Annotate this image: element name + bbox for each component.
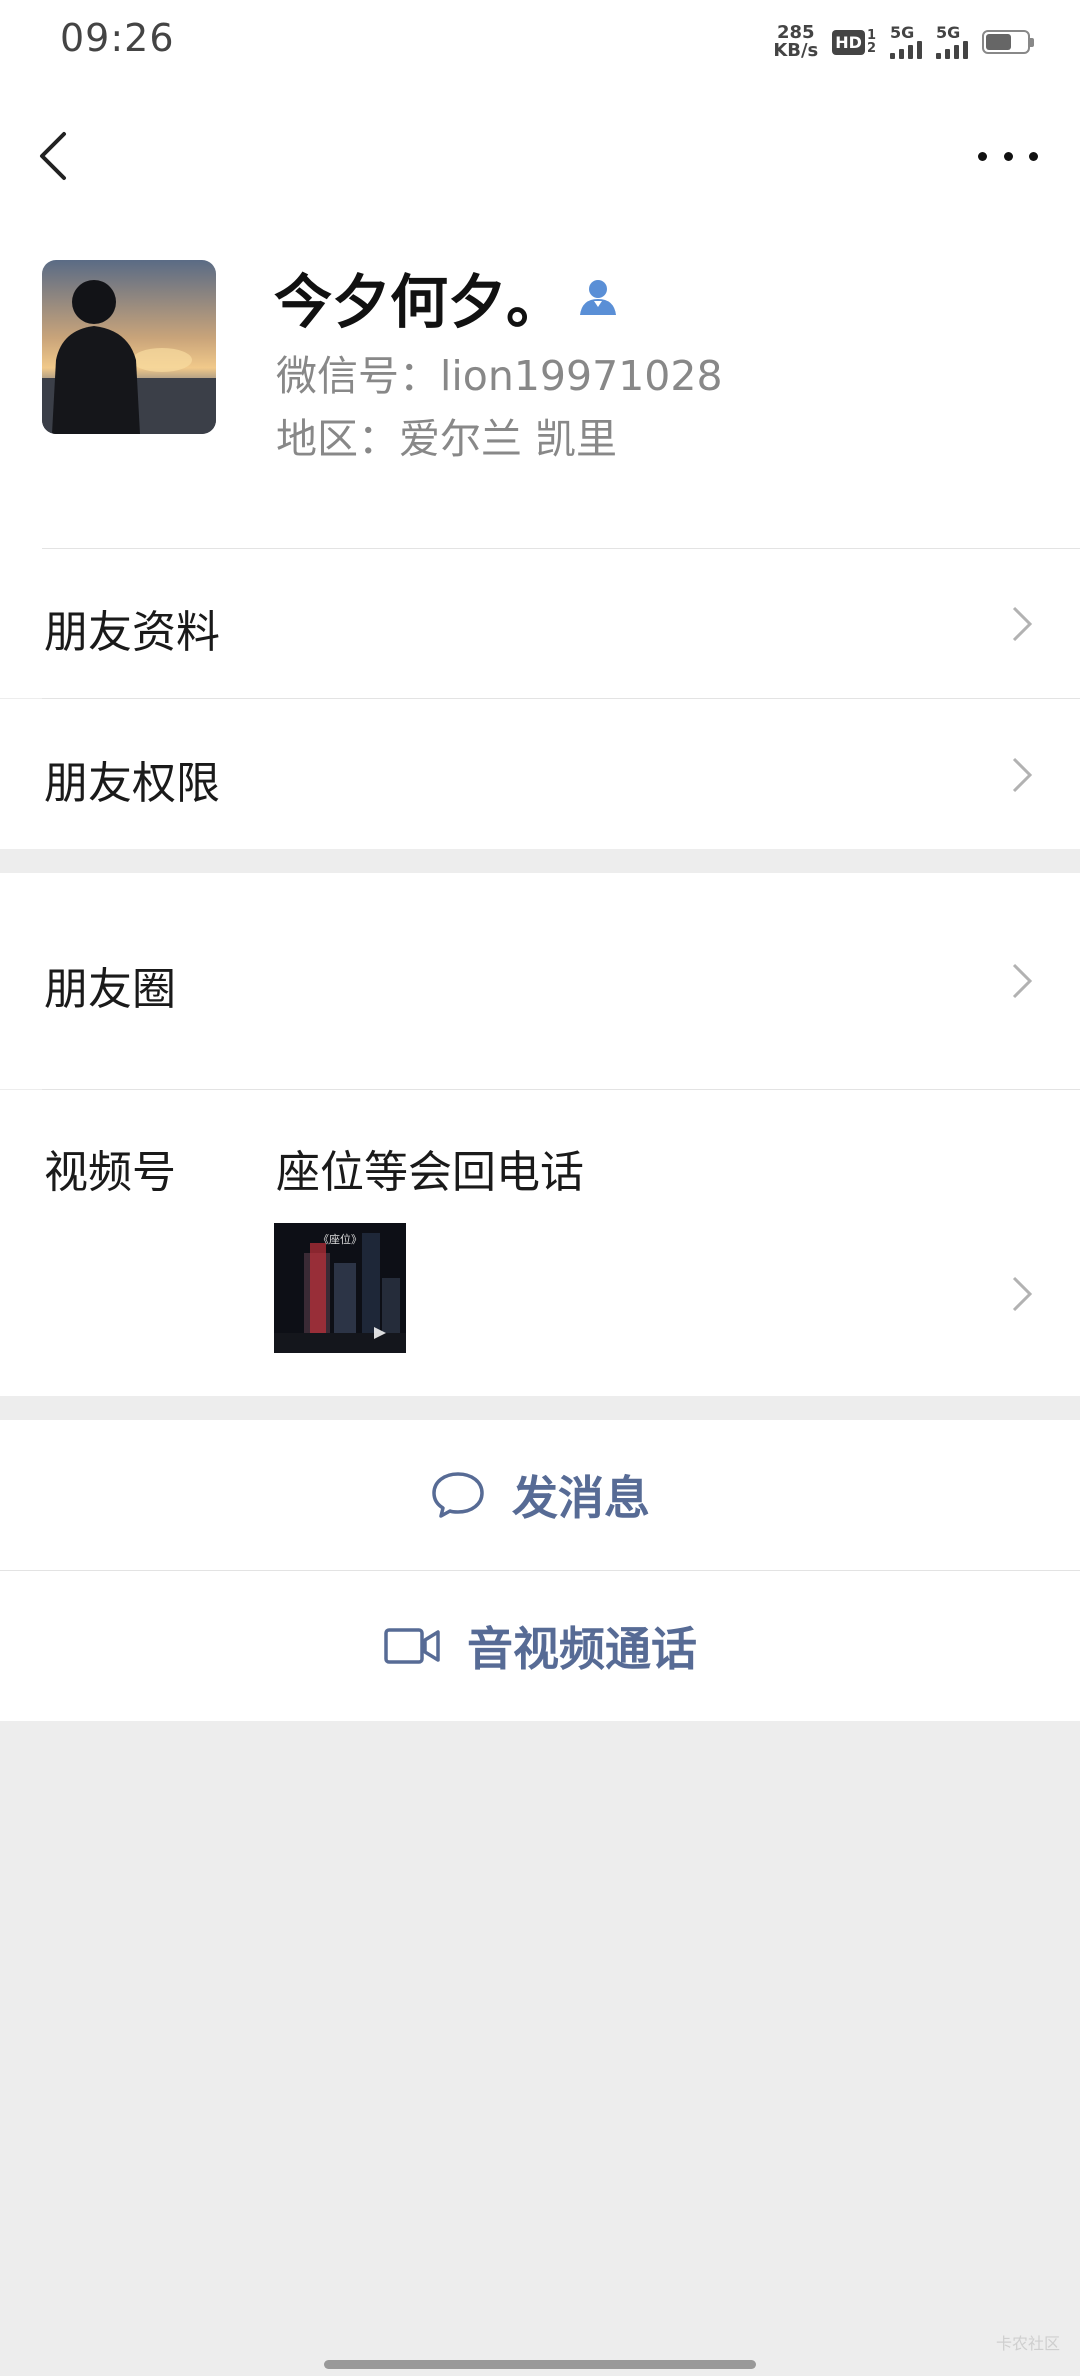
- friend-permissions-row[interactable]: 朋友权限: [0, 699, 1080, 849]
- chevron-left-icon[interactable]: [34, 126, 74, 186]
- chat-bubble-icon: [432, 1472, 484, 1518]
- signal-sim1-icon: 5G: [890, 23, 922, 59]
- chevron-right-icon: [1012, 963, 1033, 999]
- sim2-network-label: 5G: [936, 23, 961, 42]
- more-dots-icon[interactable]: [978, 146, 1038, 166]
- network-speed: 285 KB/s: [773, 24, 818, 60]
- contact-profile-page: 09:26 285 KB/s HD 1 2 5G 5G 今夕何夕。 微信号：li…: [0, 0, 1080, 2376]
- friend-permissions-label: 朋友权限: [44, 758, 220, 809]
- contact-name: 今夕何夕。: [274, 268, 565, 336]
- wechat-id: 微信号：lion19971028: [276, 352, 723, 400]
- status-time: 09:26: [60, 16, 175, 60]
- status-icons: 285 KB/s HD 1 2 5G 5G: [773, 20, 1034, 64]
- video-call-button[interactable]: 音视频通话: [0, 1571, 1080, 1721]
- send-message-button[interactable]: 发消息: [0, 1420, 1080, 1570]
- name-row: 今夕何夕。: [274, 260, 620, 336]
- watermark: 卡农社区: [995, 2334, 1060, 2353]
- avatar[interactable]: [42, 260, 216, 434]
- home-indicator[interactable]: [324, 2360, 756, 2369]
- navigation-bar: [0, 82, 1080, 222]
- channels-label: 视频号: [44, 1147, 176, 1198]
- channels-row[interactable]: 视频号 座位等会回电话 《座位》: [0, 1090, 1080, 1396]
- chevron-right-icon: [1012, 606, 1033, 642]
- status-bar: 09:26 285 KB/s HD 1 2 5G 5G: [0, 0, 1080, 82]
- video-call-label: 音视频通话: [467, 1622, 697, 1676]
- battery-icon: [982, 30, 1034, 54]
- hd-sub-2: 2: [866, 41, 876, 56]
- video-camera-icon: [384, 1628, 440, 1664]
- network-speed-unit: KB/s: [773, 40, 819, 61]
- friend-info-label: 朋友资料: [44, 607, 220, 658]
- friend-info-row[interactable]: 朋友资料: [0, 550, 1080, 699]
- send-message-label: 发消息: [512, 1471, 650, 1525]
- moments-row[interactable]: 朋友圈: [0, 873, 1080, 1090]
- profile-header: 今夕何夕。 微信号：lion19971028 地区：爱尔兰 凯里: [0, 222, 1080, 550]
- channels-thumbnail[interactable]: 《座位》: [274, 1223, 406, 1353]
- signal-sim2-icon: 5G: [936, 23, 968, 59]
- channels-thumbnail-caption: 《座位》: [318, 1233, 362, 1246]
- contact-person-icon: [580, 280, 617, 315]
- region: 地区：爱尔兰 凯里: [276, 415, 618, 463]
- moments-label: 朋友圈: [44, 964, 176, 1015]
- divider: [42, 548, 1080, 549]
- chevron-right-icon: [1012, 1276, 1033, 1312]
- hd-label: HD: [832, 29, 865, 55]
- sim1-network-label: 5G: [890, 23, 915, 42]
- channels-name: 座位等会回电话: [276, 1147, 584, 1198]
- chevron-right-icon: [1012, 757, 1033, 793]
- hd-voice-icon: HD 1 2: [832, 29, 876, 55]
